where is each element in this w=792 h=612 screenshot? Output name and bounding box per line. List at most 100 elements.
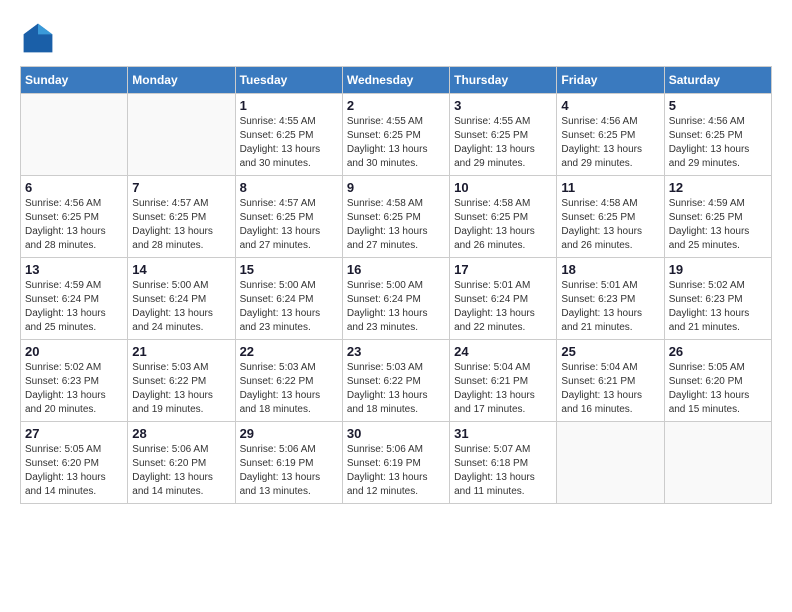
day-number: 28: [132, 426, 230, 441]
calendar-cell: 12 Sunrise: 4:59 AM Sunset: 6:25 PM Dayli…: [664, 176, 771, 258]
day-info: Sunrise: 5:00 AM Sunset: 6:24 PM Dayligh…: [132, 279, 230, 335]
calendar-cell: [664, 422, 771, 504]
calendar-cell: [557, 422, 664, 504]
day-info: Sunrise: 4:56 AM Sunset: 6:25 PM Dayligh…: [561, 115, 659, 171]
day-info: Sunrise: 4:59 AM Sunset: 6:25 PM Dayligh…: [669, 197, 767, 253]
day-number: 8: [240, 180, 338, 195]
day-info: Sunrise: 5:06 AM Sunset: 6:19 PM Dayligh…: [240, 443, 338, 499]
calendar-cell: 9 Sunrise: 4:58 AM Sunset: 6:25 PM Daylig…: [342, 176, 449, 258]
day-number: 18: [561, 262, 659, 277]
day-number: 31: [454, 426, 552, 441]
day-info: Sunrise: 5:03 AM Sunset: 6:22 PM Dayligh…: [347, 361, 445, 417]
calendar-cell: [128, 94, 235, 176]
day-number: 19: [669, 262, 767, 277]
day-number: 2: [347, 98, 445, 113]
column-header-saturday: Saturday: [664, 67, 771, 94]
day-number: 12: [669, 180, 767, 195]
header: [20, 20, 772, 56]
day-number: 27: [25, 426, 123, 441]
day-number: 11: [561, 180, 659, 195]
calendar-cell: 23 Sunrise: 5:03 AM Sunset: 6:22 PM Dayli…: [342, 340, 449, 422]
day-number: 30: [347, 426, 445, 441]
day-number: 4: [561, 98, 659, 113]
day-number: 1: [240, 98, 338, 113]
day-number: 29: [240, 426, 338, 441]
column-header-tuesday: Tuesday: [235, 67, 342, 94]
calendar-cell: 29 Sunrise: 5:06 AM Sunset: 6:19 PM Dayli…: [235, 422, 342, 504]
day-info: Sunrise: 4:57 AM Sunset: 6:25 PM Dayligh…: [132, 197, 230, 253]
day-info: Sunrise: 4:58 AM Sunset: 6:25 PM Dayligh…: [561, 197, 659, 253]
day-number: 5: [669, 98, 767, 113]
calendar-cell: 16 Sunrise: 5:00 AM Sunset: 6:24 PM Dayli…: [342, 258, 449, 340]
calendar-week-row: 13Sunrise: 4:59 AM Sunset: 6:24 PM Dayli…: [21, 258, 772, 340]
calendar-cell: 8 Sunrise: 4:57 AM Sunset: 6:25 PM Daylig…: [235, 176, 342, 258]
day-number: 23: [347, 344, 445, 359]
calendar-week-row: 27 Sunrise: 5:05 AM Sunset: 6:20 PM Dayli…: [21, 422, 772, 504]
day-number: 14: [132, 262, 230, 277]
day-info: Sunrise: 5:04 AM Sunset: 6:21 PM Dayligh…: [454, 361, 552, 417]
calendar-cell: 26 Sunrise: 5:05 AM Sunset: 6:20 PM Dayli…: [664, 340, 771, 422]
day-info: Sunrise: 5:05 AM Sunset: 6:20 PM Dayligh…: [669, 361, 767, 417]
calendar-cell: 10 Sunrise: 4:58 AM Sunset: 6:25 PM Dayli…: [450, 176, 557, 258]
day-number: 15: [240, 262, 338, 277]
day-info: Sunrise: 5:06 AM Sunset: 6:20 PM Dayligh…: [132, 443, 230, 499]
day-number: 21: [132, 344, 230, 359]
calendar-cell: 19 Sunrise: 5:02 AM Sunset: 6:23 PM Dayli…: [664, 258, 771, 340]
day-info: Sunrise: 5:05 AM Sunset: 6:20 PM Dayligh…: [25, 443, 123, 499]
calendar-cell: 21Sunrise: 5:03 AM Sunset: 6:22 PM Dayli…: [128, 340, 235, 422]
day-number: 25: [561, 344, 659, 359]
day-info: Sunrise: 4:59 AM Sunset: 6:24 PM Dayligh…: [25, 279, 123, 335]
calendar-cell: 22 Sunrise: 5:03 AM Sunset: 6:22 PM Dayli…: [235, 340, 342, 422]
day-number: 24: [454, 344, 552, 359]
calendar-cell: 20 Sunrise: 5:02 AM Sunset: 6:23 PM Dayli…: [21, 340, 128, 422]
calendar-cell: 14 Sunrise: 5:00 AM Sunset: 6:24 PM Dayli…: [128, 258, 235, 340]
day-number: 3: [454, 98, 552, 113]
day-number: 20: [25, 344, 123, 359]
logo: [20, 20, 60, 56]
calendar-cell: 7 Sunrise: 4:57 AM Sunset: 6:25 PM Daylig…: [128, 176, 235, 258]
day-info: Sunrise: 4:57 AM Sunset: 6:25 PM Dayligh…: [240, 197, 338, 253]
day-info: Sunrise: 5:01 AM Sunset: 6:24 PM Dayligh…: [454, 279, 552, 335]
day-info: Sunrise: 4:56 AM Sunset: 6:25 PM Dayligh…: [669, 115, 767, 171]
calendar-cell: 17 Sunrise: 5:01 AM Sunset: 6:24 PM Dayli…: [450, 258, 557, 340]
day-info: Sunrise: 4:55 AM Sunset: 6:25 PM Dayligh…: [240, 115, 338, 171]
day-number: 9: [347, 180, 445, 195]
day-number: 7: [132, 180, 230, 195]
day-info: Sunrise: 4:58 AM Sunset: 6:25 PM Dayligh…: [454, 197, 552, 253]
calendar-cell: 1 Sunrise: 4:55 AM Sunset: 6:25 PM Daylig…: [235, 94, 342, 176]
day-number: 10: [454, 180, 552, 195]
calendar-cell: 5 Sunrise: 4:56 AM Sunset: 6:25 PM Daylig…: [664, 94, 771, 176]
calendar-cell: 4 Sunrise: 4:56 AM Sunset: 6:25 PM Daylig…: [557, 94, 664, 176]
calendar-cell: 28 Sunrise: 5:06 AM Sunset: 6:20 PM Dayli…: [128, 422, 235, 504]
day-number: 16: [347, 262, 445, 277]
calendar-cell: 11 Sunrise: 4:58 AM Sunset: 6:25 PM Dayli…: [557, 176, 664, 258]
day-number: 17: [454, 262, 552, 277]
day-number: 22: [240, 344, 338, 359]
calendar-cell: 25 Sunrise: 5:04 AM Sunset: 6:21 PM Dayli…: [557, 340, 664, 422]
calendar-cell: 24 Sunrise: 5:04 AM Sunset: 6:21 PM Dayli…: [450, 340, 557, 422]
day-info: Sunrise: 5:02 AM Sunset: 6:23 PM Dayligh…: [25, 361, 123, 417]
day-info: Sunrise: 5:02 AM Sunset: 6:23 PM Dayligh…: [669, 279, 767, 335]
day-info: Sunrise: 4:55 AM Sunset: 6:25 PM Dayligh…: [454, 115, 552, 171]
day-info: Sunrise: 5:06 AM Sunset: 6:19 PM Dayligh…: [347, 443, 445, 499]
day-info: Sunrise: 5:04 AM Sunset: 6:21 PM Dayligh…: [561, 361, 659, 417]
calendar-cell: 30 Sunrise: 5:06 AM Sunset: 6:19 PM Dayli…: [342, 422, 449, 504]
day-info: Sunrise: 5:03 AM Sunset: 6:22 PM Dayligh…: [240, 361, 338, 417]
logo-icon: [20, 20, 56, 56]
calendar-table: SundayMondayTuesdayWednesdayThursdayFrid…: [20, 66, 772, 504]
calendar-week-row: 1 Sunrise: 4:55 AM Sunset: 6:25 PM Daylig…: [21, 94, 772, 176]
calendar-cell: [21, 94, 128, 176]
calendar-cell: 15Sunrise: 5:00 AM Sunset: 6:24 PM Dayli…: [235, 258, 342, 340]
calendar-cell: 18 Sunrise: 5:01 AM Sunset: 6:23 PM Dayli…: [557, 258, 664, 340]
day-number: 26: [669, 344, 767, 359]
calendar-header-row: SundayMondayTuesdayWednesdayThursdayFrid…: [21, 67, 772, 94]
day-info: Sunrise: 5:00 AM Sunset: 6:24 PM Dayligh…: [347, 279, 445, 335]
day-info: Sunrise: 4:56 AM Sunset: 6:25 PM Dayligh…: [25, 197, 123, 253]
day-info: Sunrise: 5:01 AM Sunset: 6:23 PM Dayligh…: [561, 279, 659, 335]
calendar-cell: 3 Sunrise: 4:55 AM Sunset: 6:25 PM Daylig…: [450, 94, 557, 176]
day-info: Sunrise: 4:58 AM Sunset: 6:25 PM Dayligh…: [347, 197, 445, 253]
column-header-wednesday: Wednesday: [342, 67, 449, 94]
calendar-cell: 13Sunrise: 4:59 AM Sunset: 6:24 PM Dayli…: [21, 258, 128, 340]
column-header-sunday: Sunday: [21, 67, 128, 94]
day-info: Sunrise: 4:55 AM Sunset: 6:25 PM Dayligh…: [347, 115, 445, 171]
